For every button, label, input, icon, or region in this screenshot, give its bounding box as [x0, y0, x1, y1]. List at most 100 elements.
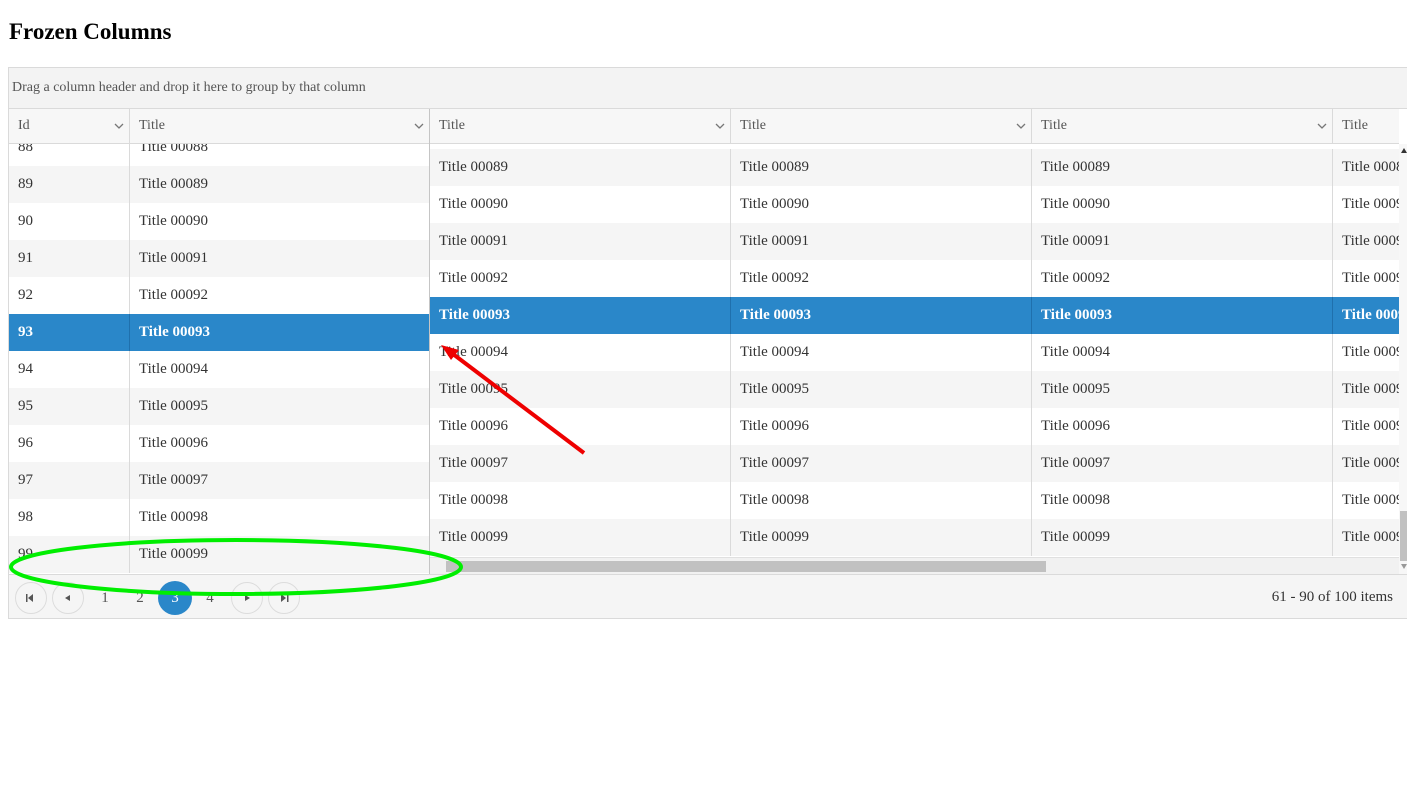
column-menu-chevron-icon[interactable] — [1016, 122, 1026, 130]
title-cell: Title 00089 — [430, 149, 731, 186]
title-cell: Title 00095 — [1032, 371, 1333, 408]
column-header-label: Title — [1342, 118, 1368, 133]
column-header-title[interactable]: Title — [731, 109, 1032, 143]
title-cell: Title 00089 — [1333, 149, 1399, 186]
title-cell: Title 00090 — [1333, 186, 1399, 223]
id-cell: 95 — [9, 388, 130, 425]
column-menu-chevron-icon[interactable] — [114, 122, 124, 130]
column-header-id[interactable]: Id — [9, 109, 130, 143]
table-row[interactable]: 89 Title 00089 — [9, 166, 430, 203]
title-cell: Title 00099 — [1032, 519, 1333, 556]
table-row[interactable]: 93 Title 00093 — [9, 314, 430, 351]
table-row[interactable]: Title 00093 Title 00093 Title 00093 Title 0… — [430, 297, 1399, 334]
title-cell: Title 00090 — [130, 203, 430, 240]
title-cell: Title 00092 — [1032, 260, 1333, 297]
horizontal-scroll-thumb[interactable] — [446, 561, 1046, 572]
id-cell: 88 — [9, 144, 130, 166]
vertical-scroll-thumb[interactable] — [1400, 511, 1407, 561]
id-cell: 94 — [9, 351, 130, 388]
page-1-button[interactable]: 1 — [88, 582, 122, 614]
title-cell: Title 00089 — [1032, 149, 1333, 186]
table-row[interactable]: Title 00095 Title 00095 Title 00095 Title 0… — [430, 371, 1399, 408]
title-cell: Title 00091 — [731, 223, 1032, 260]
title-cell: Title 00098 — [130, 499, 430, 536]
scroll-up-icon[interactable] — [1401, 148, 1407, 153]
column-header-label: Title — [1041, 118, 1067, 133]
title-cell: Title 00091 — [130, 240, 430, 277]
table-row[interactable]: Title 00091 Title 00091 Title 00091 Title 0… — [430, 223, 1399, 260]
last-page-icon — [281, 594, 289, 602]
id-cell: 96 — [9, 425, 130, 462]
title-cell: Title 00094 — [1032, 334, 1333, 371]
table-row[interactable]: Title 00089 Title 00089 Title 00089 Title 0… — [430, 149, 1399, 186]
id-cell: 93 — [9, 314, 130, 351]
table-row[interactable]: Title 00098 Title 00098 Title 00098 Title 0… — [430, 482, 1399, 519]
table-row[interactable]: Title 00097 Title 00097 Title 00097 Title 0… — [430, 445, 1399, 482]
title-cell: Title 00093 — [1333, 297, 1399, 334]
column-header-label: Id — [18, 118, 30, 133]
title-cell: Title 00099 — [731, 519, 1032, 556]
title-cell: Title 00098 — [1333, 482, 1399, 519]
title-cell: Title 00093 — [1032, 297, 1333, 334]
title-cell: Title 00090 — [430, 186, 731, 223]
column-header-label: Title — [439, 118, 465, 133]
scroll-header: Title Title Title Title — [430, 109, 1399, 144]
prev-page-button[interactable] — [52, 582, 84, 614]
table-row[interactable]: 95 Title 00095 — [9, 388, 430, 425]
column-header-title[interactable]: Title — [1032, 109, 1333, 143]
column-header-label: Title — [740, 118, 766, 133]
title-cell: Title 00089 — [130, 166, 430, 203]
horizontal-scrollbar[interactable] — [430, 557, 1405, 574]
column-header-title[interactable]: Title — [130, 109, 430, 143]
table-row[interactable]: 92 Title 00092 — [9, 277, 430, 314]
table-row[interactable]: 94 Title 00094 — [9, 351, 430, 388]
table-row[interactable]: Title 00096 Title 00096 Title 00096 Title 0… — [430, 408, 1399, 445]
title-cell: Title 00096 — [1032, 408, 1333, 445]
id-cell: 97 — [9, 462, 130, 499]
pager: 1 2 3 4 61 - 90 of 100 items — [9, 574, 1407, 618]
next-page-button[interactable] — [231, 582, 263, 614]
table-row[interactable]: 91 Title 00091 — [9, 240, 430, 277]
table-row[interactable]: 99 Title 00099 — [9, 536, 430, 573]
table-row[interactable]: 96 Title 00096 — [9, 425, 430, 462]
page-4-button[interactable]: 4 — [193, 582, 227, 614]
group-hint-text: Drag a column header and drop it here to… — [12, 80, 366, 95]
page-2-button[interactable]: 2 — [123, 582, 157, 614]
last-page-button[interactable] — [268, 582, 300, 614]
page-3-button-current[interactable]: 3 — [158, 581, 192, 615]
title-cell: Title 00092 — [130, 277, 430, 314]
table-row[interactable]: Title 00099 Title 00099 Title 00099 Title 0… — [430, 519, 1399, 556]
title-cell: Title 00090 — [731, 186, 1032, 223]
title-cell: Title 00097 — [430, 445, 731, 482]
title-cell: Title 00089 — [731, 149, 1032, 186]
column-menu-chevron-icon[interactable] — [414, 122, 424, 130]
table-row[interactable]: 98 Title 00098 — [9, 499, 430, 536]
first-page-button[interactable] — [15, 582, 47, 614]
title-cell: Title 00097 — [1333, 445, 1399, 482]
vertical-scrollbar[interactable] — [1399, 144, 1407, 574]
title-cell: Title 00090 — [1032, 186, 1333, 223]
scroll-down-icon[interactable] — [1401, 564, 1407, 569]
id-cell: 90 — [9, 203, 130, 240]
column-header-title[interactable]: Title — [1333, 109, 1399, 143]
table-row[interactable]: 90 Title 00090 — [9, 203, 430, 240]
id-cell: 98 — [9, 499, 130, 536]
column-header-title[interactable]: Title — [430, 109, 731, 143]
title-cell: Title 00095 — [430, 371, 731, 408]
title-cell: Title 00093 — [130, 314, 430, 351]
title-cell: Title 00094 — [731, 334, 1032, 371]
column-menu-chevron-icon[interactable] — [715, 122, 725, 130]
title-cell: Title 00099 — [430, 519, 731, 556]
table-row[interactable]: 97 Title 00097 — [9, 462, 430, 499]
group-drop-panel[interactable]: Drag a column header and drop it here to… — [9, 68, 1407, 109]
prev-page-icon — [65, 595, 70, 601]
column-header-label: Title — [139, 118, 165, 133]
table-row[interactable]: Title 00092 Title 00092 Title 00092 Title 0… — [430, 260, 1399, 297]
id-cell: 99 — [9, 536, 130, 573]
table-row[interactable]: Title 00094 Title 00094 Title 00094 Title 0… — [430, 334, 1399, 371]
column-menu-chevron-icon[interactable] — [1317, 122, 1327, 130]
title-cell: Title 00097 — [130, 462, 430, 499]
title-cell: Title 00088 — [130, 144, 430, 166]
table-row[interactable]: Title 00090 Title 00090 Title 00090 Title 0… — [430, 186, 1399, 223]
table-row[interactable]: 88 Title 00088 — [9, 144, 430, 166]
